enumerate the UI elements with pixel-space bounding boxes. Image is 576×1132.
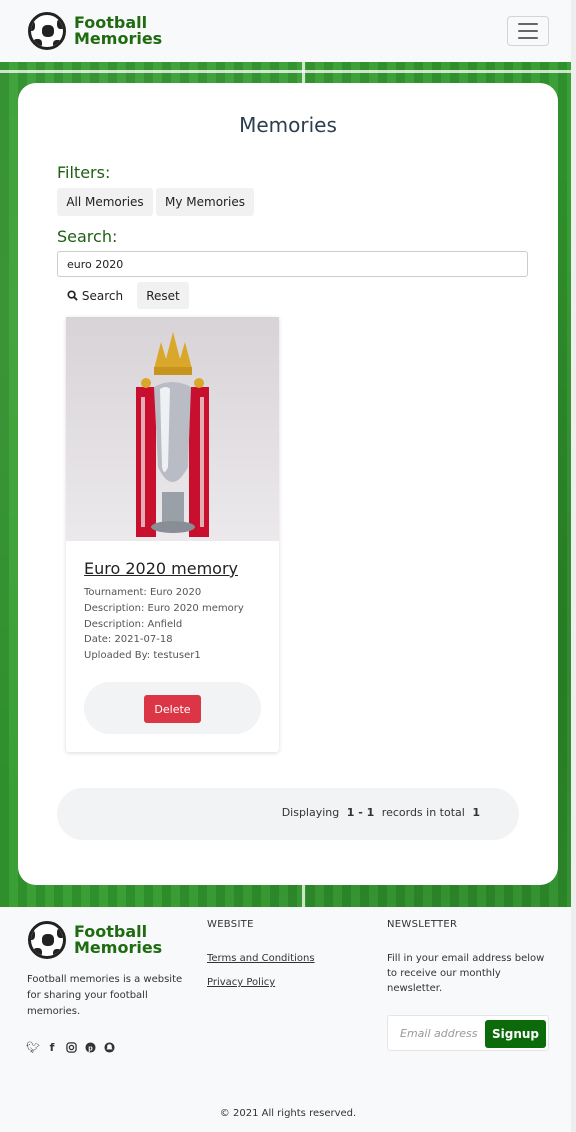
memory-card: Euro 2020 memory Tournament: Euro 2020 D… bbox=[66, 317, 279, 752]
memories-panel: Memories Filters: All Memories My Memori… bbox=[18, 83, 558, 885]
pinterest-icon[interactable]: p bbox=[84, 1041, 96, 1053]
menu-toggle-button[interactable] bbox=[507, 16, 549, 46]
svg-text:p: p bbox=[88, 1043, 93, 1052]
page-title: Memories bbox=[239, 113, 337, 137]
footer-brand-name: Football Memories bbox=[74, 922, 163, 957]
memory-image[interactable] bbox=[66, 317, 279, 541]
footer-description: Football memories is a website for shari… bbox=[27, 974, 183, 1017]
pagination-range: 1 - 1 bbox=[346, 806, 375, 819]
snapchat-icon[interactable] bbox=[103, 1041, 115, 1053]
pagination-bar: Displaying 1 - 1 records in total 1 bbox=[57, 788, 519, 840]
hamburger-icon bbox=[518, 23, 538, 25]
football-icon bbox=[28, 12, 66, 50]
delete-button[interactable]: Delete bbox=[144, 695, 201, 723]
footer-brand-logo[interactable]: Football Memories bbox=[28, 921, 162, 959]
search-icon bbox=[67, 290, 78, 301]
search-input[interactable] bbox=[57, 251, 528, 277]
newsletter-text: Fill in your email address below to rece… bbox=[387, 953, 545, 994]
privacy-link[interactable]: Privacy Policy bbox=[207, 977, 275, 988]
search-button[interactable]: Search bbox=[57, 282, 133, 309]
twitter-icon[interactable]: 🐦︎ bbox=[26, 1041, 40, 1054]
football-icon bbox=[28, 921, 66, 959]
memory-actions: Delete bbox=[84, 682, 261, 734]
memory-title-link[interactable]: Euro 2020 memory bbox=[84, 559, 238, 578]
memory-description: Description: Euro 2020 memory bbox=[84, 603, 244, 614]
facebook-icon[interactable]: f bbox=[46, 1041, 58, 1054]
footer: Football Memories Football memories is a… bbox=[0, 907, 576, 1132]
terms-link[interactable]: Terms and Conditions bbox=[207, 953, 315, 964]
filters-label: Filters: bbox=[57, 163, 111, 182]
trophy-image bbox=[136, 332, 209, 537]
memory-date: Date: 2021-07-18 bbox=[84, 634, 173, 645]
signup-button[interactable]: Signup bbox=[485, 1020, 546, 1048]
brand-name: Football Memories bbox=[74, 15, 162, 47]
pagination-text: Displaying 1 - 1 records in total 1 bbox=[281, 806, 480, 819]
newsletter-form: Email address Signup bbox=[387, 1015, 549, 1051]
brand-logo[interactable]: Football Memories bbox=[28, 12, 162, 50]
memory-uploader: Uploaded By: testuser1 bbox=[84, 650, 201, 661]
social-links: 🐦︎ f p bbox=[26, 1041, 115, 1054]
search-label: Search: bbox=[57, 227, 118, 246]
memory-location: Description: Anfield bbox=[84, 619, 183, 630]
navbar: Football Memories bbox=[0, 0, 576, 62]
newsletter-heading: NEWSLETTER bbox=[387, 919, 458, 930]
scrollbar[interactable] bbox=[571, 0, 576, 1132]
copyright: © 2021 All rights reserved. bbox=[219, 1108, 357, 1119]
website-heading: WEBSITE bbox=[207, 919, 254, 930]
email-field[interactable]: Email address bbox=[400, 1027, 480, 1040]
my-memories-button[interactable]: My Memories bbox=[156, 188, 254, 216]
pagination-total: 1 bbox=[472, 806, 480, 819]
search-button-label: Search bbox=[81, 288, 124, 303]
instagram-icon[interactable] bbox=[65, 1041, 77, 1053]
reset-button[interactable]: Reset bbox=[137, 282, 189, 309]
brand-line2: Memories bbox=[74, 29, 163, 48]
memory-tournament: Tournament: Euro 2020 bbox=[84, 587, 202, 598]
all-memories-button[interactable]: All Memories bbox=[57, 188, 153, 216]
